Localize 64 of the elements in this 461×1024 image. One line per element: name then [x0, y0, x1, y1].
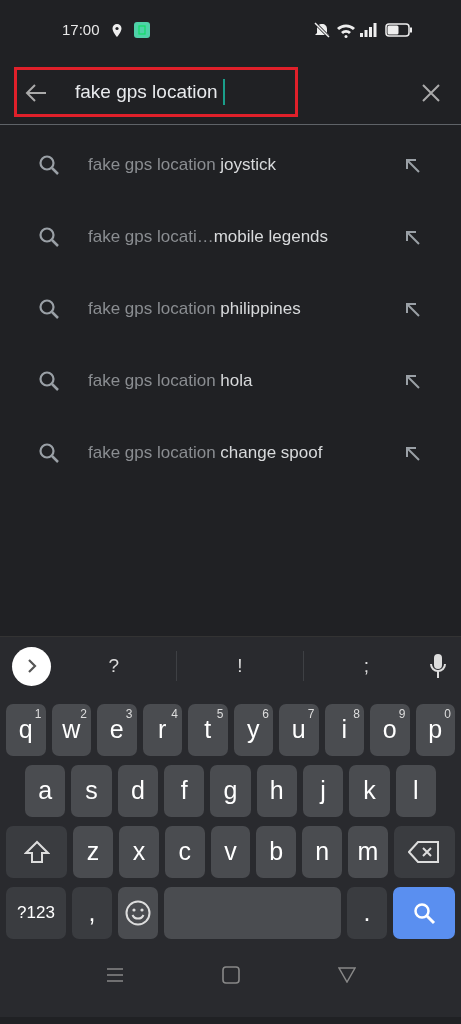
- key[interactable]: x: [119, 826, 159, 878]
- key[interactable]: i 8: [324, 704, 364, 756]
- key[interactable]: b: [256, 826, 297, 878]
- back-triangle-icon[interactable]: [337, 967, 356, 983]
- key[interactable]: a: [25, 765, 66, 817]
- suggestion-item[interactable]: fake gps locati…mobile legends: [88, 224, 405, 250]
- status-time: 17:00: [62, 19, 100, 40]
- search-field[interactable]: fake gps location: [75, 77, 218, 107]
- key[interactable]: ,: [72, 887, 112, 939]
- search-key[interactable]: [393, 887, 455, 939]
- smiley-icon: [125, 900, 151, 926]
- emoji-key[interactable]: [118, 887, 158, 939]
- suggestion-chip[interactable]: ;: [303, 651, 429, 681]
- key[interactable]: g: [210, 765, 251, 817]
- text-cursor: [222, 79, 225, 105]
- key[interactable]: v: [210, 826, 251, 878]
- menu-icon[interactable]: [105, 967, 124, 983]
- shift-arrow-icon: [23, 840, 50, 864]
- key[interactable]: c: [164, 826, 205, 878]
- backspace-icon: [408, 840, 441, 864]
- close-icon: [421, 82, 441, 103]
- suggestion-item[interactable]: fake gps location joystick: [88, 152, 405, 178]
- search-icon: [38, 226, 60, 248]
- diagonal-arrow-icon: [405, 301, 421, 318]
- diagonal-arrow-icon: [405, 157, 421, 174]
- microphone-icon[interactable]: [429, 653, 447, 679]
- home-icon[interactable]: [221, 966, 240, 984]
- wifi-icon: [336, 22, 356, 38]
- key[interactable]: s: [71, 765, 112, 817]
- key[interactable]: f: [164, 765, 205, 817]
- key[interactable]: m: [348, 826, 388, 878]
- back-arrow-icon: [25, 82, 47, 103]
- chevron-right-icon: [25, 659, 38, 673]
- diagonal-arrow-icon: [405, 373, 421, 390]
- expand-toolbar-button[interactable]: [12, 646, 51, 686]
- key[interactable]: z: [73, 826, 113, 878]
- suggestion-item[interactable]: fake gps location hola: [88, 368, 405, 394]
- key[interactable]: d: [117, 765, 159, 817]
- search-icon: [38, 370, 60, 392]
- backspace-key[interactable]: [393, 826, 455, 878]
- suggestion-chip[interactable]: ?: [51, 651, 177, 681]
- diagonal-arrow-icon: [405, 229, 421, 246]
- search-icon: [38, 298, 60, 320]
- shift-key[interactable]: [6, 826, 68, 878]
- search-icon: [38, 154, 60, 176]
- key[interactable]: k: [349, 765, 390, 817]
- symbols-key[interactable]: ?123: [6, 887, 66, 939]
- suggestion-chip[interactable]: !: [177, 651, 303, 681]
- key[interactable]: t 5: [188, 704, 228, 756]
- key[interactable]: l: [395, 765, 436, 817]
- key[interactable]: h: [256, 765, 297, 817]
- key[interactable]: .: [347, 887, 387, 939]
- app-notification-icon: [133, 22, 150, 38]
- diagonal-arrow-icon: [405, 445, 421, 462]
- location-pin-icon: [111, 23, 122, 37]
- muted-bell-icon: [312, 22, 332, 38]
- key[interactable]: j: [302, 765, 344, 817]
- search-icon: [412, 901, 436, 925]
- key[interactable]: n: [302, 826, 342, 878]
- battery-icon: [385, 23, 413, 37]
- suggestion-item[interactable]: fake gps location philippines: [88, 296, 405, 322]
- search-icon: [38, 442, 60, 464]
- suggestion-item[interactable]: fake gps location change spoof: [88, 440, 405, 466]
- signal-icon: [360, 23, 377, 37]
